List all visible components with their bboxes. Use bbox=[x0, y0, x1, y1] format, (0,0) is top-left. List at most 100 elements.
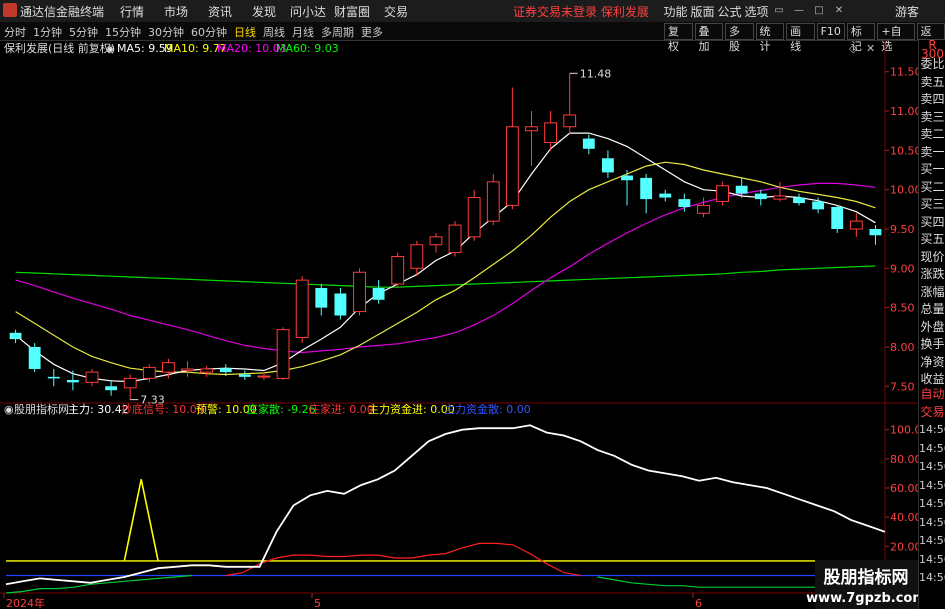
rail-item-12[interactable]: 涨跌 bbox=[919, 265, 945, 282]
period-tab-multi[interactable]: 多周期 bbox=[321, 24, 354, 40]
rail-item-9[interactable]: 买四 bbox=[919, 213, 945, 230]
price-tick-label: 9.50 bbox=[890, 223, 915, 236]
rail-item-1[interactable]: 卖五 bbox=[919, 73, 945, 90]
candle-body bbox=[391, 256, 405, 285]
menu-xuanxiang[interactable]: 选项 bbox=[743, 3, 770, 20]
candle-body bbox=[353, 271, 366, 313]
candle-body bbox=[582, 138, 595, 149]
rail-item-15[interactable]: 外盘 bbox=[919, 318, 945, 335]
menu-caifuquan[interactable]: 财富圈 bbox=[330, 3, 374, 20]
skin-icon[interactable]: ▭ bbox=[772, 4, 786, 17]
tool-tongji[interactable]: 统计 bbox=[755, 23, 785, 53]
tool-duogu[interactable]: 多股 bbox=[725, 23, 754, 53]
ma-toggle-icon[interactable]: ◉ bbox=[106, 44, 115, 55]
menu-shichang[interactable]: 市场 bbox=[154, 3, 198, 20]
rail-time-7: 14:56 bbox=[919, 552, 945, 566]
rail-item-8[interactable]: 买三 bbox=[919, 195, 945, 212]
rail-item-16[interactable]: 换手 bbox=[919, 335, 945, 352]
tool-huaxian[interactable]: 画线 bbox=[786, 23, 815, 53]
rail-item-4[interactable]: 卖二 bbox=[919, 125, 945, 142]
ma60-line bbox=[15, 265, 876, 288]
menu-hangqing[interactable]: 行情 bbox=[110, 3, 154, 20]
rail-item-13[interactable]: 涨幅 bbox=[919, 283, 945, 300]
ma20-polyline bbox=[15, 182, 876, 354]
tool-fuquan[interactable]: 复权 bbox=[664, 23, 693, 53]
sub-indicator-icon[interactable]: ◉ bbox=[4, 403, 14, 416]
rail-lower-0[interactable]: 自动 bbox=[919, 385, 945, 402]
rail-time-5: 14:56 bbox=[919, 515, 945, 529]
period-tab-fenshi[interactable]: 分时 bbox=[4, 24, 26, 40]
candle-body bbox=[334, 293, 347, 316]
menu-zixun[interactable]: 资讯 bbox=[198, 3, 242, 20]
candle-body bbox=[200, 368, 214, 373]
sub-tick-label: 40.00 bbox=[890, 511, 918, 524]
rail-time-1: 14:56 bbox=[919, 441, 945, 455]
rail-lower-1[interactable]: 交易 bbox=[919, 403, 945, 420]
candle-body bbox=[372, 287, 385, 300]
watermark-url: www.7gpzb.com bbox=[806, 591, 918, 606]
candle-body bbox=[505, 126, 519, 206]
candle-body bbox=[238, 374, 251, 377]
candle-body bbox=[467, 197, 481, 238]
price-tick-label: 9.00 bbox=[890, 262, 915, 275]
rail-item-0[interactable]: 委比 bbox=[919, 55, 945, 72]
ma60-polyline bbox=[15, 265, 876, 288]
menu-faxian[interactable]: 发现 bbox=[242, 3, 286, 20]
settings-icon[interactable]: ◇ bbox=[849, 42, 858, 55]
panel-close-icon[interactable]: ✕ bbox=[866, 42, 875, 55]
rail-time-0: 14:56 bbox=[919, 423, 945, 436]
candle-body bbox=[315, 287, 328, 308]
rail-item-17[interactable]: 净资 bbox=[919, 353, 945, 370]
login-notice[interactable]: 证券交易未登录 保利发展 bbox=[513, 3, 649, 20]
rail-item-10[interactable]: 买五 bbox=[919, 230, 945, 247]
top-menu: 行情 市场 资讯 发现 问小达 财富圈 交易 bbox=[110, 3, 418, 20]
period-tab-monthly[interactable]: 月线 bbox=[292, 24, 314, 40]
maximize-icon[interactable]: □ bbox=[812, 4, 826, 17]
candle-body bbox=[295, 279, 309, 339]
period-tab-1min[interactable]: 1分钟 bbox=[33, 24, 62, 40]
zhuangjia-jin-line bbox=[225, 542, 581, 577]
menu-wenxiaoda[interactable]: 问小达 bbox=[286, 3, 330, 20]
period-tab-weekly[interactable]: 周线 bbox=[263, 24, 285, 40]
stock-chart[interactable]: 保利发展(日线 前复权) ◉ MA5: 9.59 MA10: 9.77 MA20… bbox=[0, 40, 918, 609]
period-tab-60min[interactable]: 60分钟 bbox=[191, 24, 227, 40]
menu-banmian[interactable]: 版面 bbox=[689, 3, 716, 20]
period-tab-5min[interactable]: 5分钟 bbox=[69, 24, 98, 40]
period-tab-30min[interactable]: 30分钟 bbox=[148, 24, 184, 40]
rail-item-11[interactable]: 现价 bbox=[919, 248, 945, 265]
minimize-icon[interactable]: — bbox=[792, 4, 806, 17]
price-annotations: 11.487.33 bbox=[130, 67, 611, 407]
menu-gongshi[interactable]: 公式 bbox=[716, 3, 743, 20]
tool-f10[interactable]: F10 bbox=[816, 23, 845, 40]
rail-time-6: 14:56 bbox=[919, 534, 945, 547]
candle-body bbox=[869, 229, 882, 236]
candle-body bbox=[257, 375, 271, 378]
quote-rail: R 300 委比 卖五 卖四 卖三 卖二 卖一 买一 买二 买三 买四 买五 现价 涨跌 涨幅 总量 外盘 换手 净资… bbox=[918, 38, 945, 609]
tool-diejia[interactable]: 叠加 bbox=[694, 23, 724, 53]
price-tick-label: 8.00 bbox=[890, 341, 915, 354]
rail-item-5[interactable]: 卖一 bbox=[919, 143, 945, 160]
candle-body bbox=[429, 236, 443, 246]
rail-item-2[interactable]: 卖四 bbox=[919, 90, 945, 107]
menu-jiaoyi[interactable]: 交易 bbox=[374, 3, 418, 20]
rail-item-3[interactable]: 卖三 bbox=[919, 108, 945, 125]
candlesticks bbox=[9, 73, 882, 400]
period-toolbar: 分时 1分钟 5分钟 15分钟 30分钟 60分钟 日线 周线 月线 多周期 更… bbox=[0, 22, 945, 53]
rail-item-6[interactable]: 买一 bbox=[919, 160, 945, 177]
tool-zixuan[interactable]: +自选 bbox=[877, 23, 915, 53]
period-tab-daily[interactable]: 日线 bbox=[234, 24, 256, 40]
ma5-line bbox=[15, 132, 876, 383]
guest-user[interactable]: 游客 bbox=[895, 3, 919, 20]
date-label: 5 bbox=[314, 597, 321, 609]
close-icon[interactable]: ✕ bbox=[832, 4, 846, 17]
candle-body bbox=[659, 193, 672, 198]
candle-body bbox=[697, 204, 710, 214]
sub-tick-label: 100.00 bbox=[890, 424, 918, 437]
rail-item-14[interactable]: 总量 bbox=[919, 300, 945, 317]
period-tab-more[interactable]: 更多 bbox=[361, 24, 383, 40]
candle-body bbox=[525, 126, 538, 132]
tool-biaoji[interactable]: 标记 bbox=[846, 23, 876, 53]
period-tab-15min[interactable]: 15分钟 bbox=[105, 24, 141, 40]
rail-item-7[interactable]: 买二 bbox=[919, 178, 945, 195]
menu-gongneng[interactable]: 功能 bbox=[662, 3, 689, 20]
